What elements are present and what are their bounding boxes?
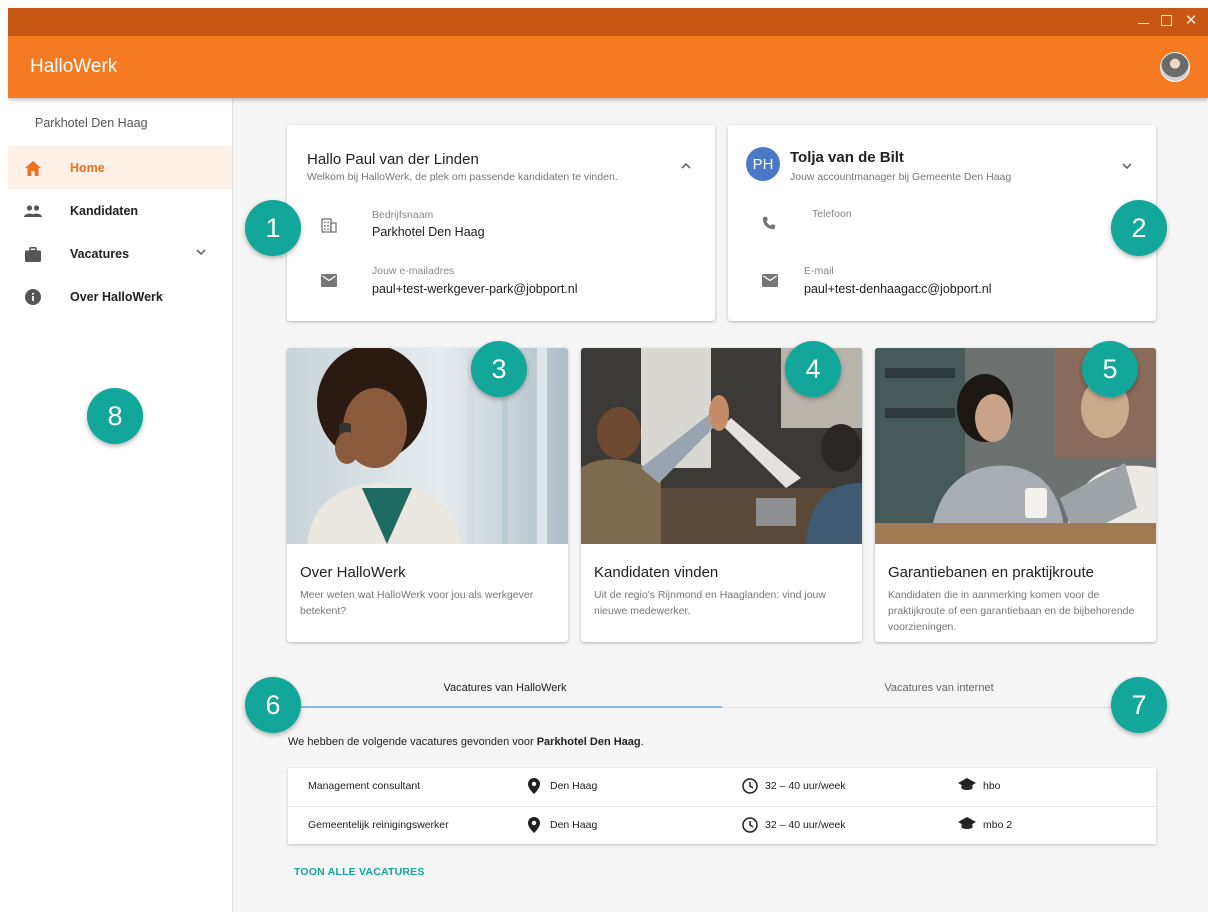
intro-company: Parkhotel Den Haag <box>536 736 641 748</box>
annotation-badge-8: 8 <box>87 388 143 444</box>
welcome-card: Hallo Paul van der Linden Welkom bij Hal… <box>287 125 715 321</box>
chevron-down-icon[interactable] <box>194 245 208 264</box>
manager-email-value: paul+test-denhaagacc@jobport.nl <box>804 282 992 296</box>
location-pin-icon <box>528 817 544 833</box>
vacancy-title: Management consultant <box>308 780 421 792</box>
minimize-button[interactable] <box>1138 11 1149 24</box>
phone-label: Telefoon <box>812 208 852 220</box>
graduation-cap-icon <box>958 778 976 794</box>
sidebar-nav: Home Kandidaten Vacatures Over HalloWerk <box>8 146 232 318</box>
card-text: Meer weten wat HalloWerk voor jou als we… <box>300 589 534 617</box>
app-bar: HalloWerk <box>8 36 1208 98</box>
tab-vacatures-hallowerk[interactable]: Vacatures van HalloWerk <box>288 672 722 708</box>
home-icon <box>24 159 42 177</box>
vacancy-location: Den Haag <box>550 819 598 831</box>
clock-icon <box>742 778 758 794</box>
building-icon <box>321 217 339 235</box>
clock-icon <box>742 817 758 833</box>
annotation-badge-6: 6 <box>245 677 301 733</box>
company-value: Parkhotel Den Haag <box>372 225 485 239</box>
chevron-up-icon[interactable] <box>679 159 693 173</box>
card-over-hallowerk[interactable]: Over HalloWerk Meer weten wat HalloWerk … <box>287 348 568 642</box>
show-all-vacancies-link[interactable]: TOON ALLE VACATURES <box>294 866 425 878</box>
user-avatar[interactable] <box>1160 52 1190 82</box>
sidebar-item-kandidaten[interactable]: Kandidaten <box>8 189 232 232</box>
vacancy-row[interactable]: Gemeentelijk reinigingswerker Den Haag 3… <box>288 806 1156 844</box>
card-title: Kandidaten vinden <box>594 564 719 581</box>
mail-icon <box>321 274 339 292</box>
welcome-title: Hallo Paul van der Linden <box>307 151 479 168</box>
close-window-button[interactable]: ✕ <box>1184 11 1198 31</box>
tab-vacatures-internet[interactable]: Vacatures van internet <box>722 672 1156 708</box>
phone-icon <box>762 216 780 234</box>
welcome-subtitle: Welkom bij HalloWerk, de plek om passend… <box>307 171 618 183</box>
card-title: Garantiebanen en praktijkroute <box>888 564 1094 581</box>
window-titlebar: ✕ <box>8 8 1208 36</box>
sidebar-item-label: Over HalloWerk <box>70 289 163 304</box>
woman-phone-photo <box>287 348 568 544</box>
annotation-badge-7: 7 <box>1111 677 1167 733</box>
vacancy-tabs: Vacatures van HalloWerk Vacatures van in… <box>288 672 1156 708</box>
chevron-down-icon[interactable] <box>1120 159 1134 173</box>
sidebar-item-home[interactable]: Home <box>8 146 232 189</box>
vacancy-level: mbo 2 <box>983 819 1013 831</box>
vacancy-level: hbo <box>983 780 1001 792</box>
card-text: Uit de regio's Rijnmond en Haaglanden: v… <box>594 589 826 617</box>
organisation-name: Parkhotel Den Haag <box>35 116 148 130</box>
card-title: Over HalloWerk <box>300 564 406 581</box>
vacancy-hours: 32 – 40 uur/week <box>765 780 846 792</box>
sidebar-item-over-hallowerk[interactable]: Over HalloWerk <box>8 275 232 318</box>
briefcase-icon <box>24 245 42 263</box>
intro-suffix: . <box>640 736 644 748</box>
manager-name: Tolja van de Bilt <box>790 149 904 166</box>
sidebar-item-vacatures[interactable]: Vacatures <box>8 232 232 275</box>
sidebar-item-label: Home <box>70 160 105 175</box>
company-label: Bedrijfsnaam <box>372 209 434 221</box>
mail-icon <box>762 274 780 292</box>
sidebar-item-label: Kandidaten <box>70 203 139 218</box>
vacancy-location: Den Haag <box>550 780 598 792</box>
account-manager-card: PH Tolja van de Bilt Jouw accountmanager… <box>728 125 1156 321</box>
manager-email-label: E-mail <box>804 265 834 277</box>
email-value: paul+test-werkgever-park@jobport.nl <box>372 282 578 296</box>
vacancy-title: Gemeentelijk reinigingswerker <box>308 819 449 831</box>
sidebar-item-label: Vacatures <box>70 246 130 261</box>
graduation-cap-icon <box>958 817 976 833</box>
info-icon <box>24 288 42 306</box>
maximize-button[interactable] <box>1161 15 1172 26</box>
intro-prefix: We hebben de volgende vacatures gevonden… <box>288 736 537 748</box>
manager-subtitle: Jouw accountmanager bij Gemeente Den Haa… <box>790 171 1012 183</box>
manager-avatar: PH <box>746 147 780 181</box>
location-pin-icon <box>528 778 544 794</box>
card-text: Kandidaten die in aanmerking komen voor … <box>888 589 1135 633</box>
sidebar: Parkhotel Den Haag Home Kandidaten Vacat… <box>8 98 233 912</box>
annotation-badge-5: 5 <box>1082 341 1138 397</box>
people-icon <box>24 202 42 220</box>
annotation-badge-2: 2 <box>1111 200 1167 256</box>
annotation-badge-4: 4 <box>785 341 841 397</box>
vacancy-hours: 32 – 40 uur/week <box>765 819 846 831</box>
email-label: Jouw e-mailadres <box>372 265 455 277</box>
vacancy-list: Management consultant Den Haag 32 – 40 u… <box>288 768 1156 844</box>
annotation-badge-3: 3 <box>471 341 527 397</box>
annotation-badge-1: 1 <box>245 200 301 256</box>
app-title: HalloWerk <box>30 56 118 77</box>
vacancy-row[interactable]: Management consultant Den Haag 32 – 40 u… <box>288 768 1156 806</box>
app-window: ✕ HalloWerk Parkhotel Den Haag Home Kand… <box>8 8 1208 912</box>
vacancies-intro-text: We hebben de volgende vacatures gevonden… <box>288 736 644 748</box>
